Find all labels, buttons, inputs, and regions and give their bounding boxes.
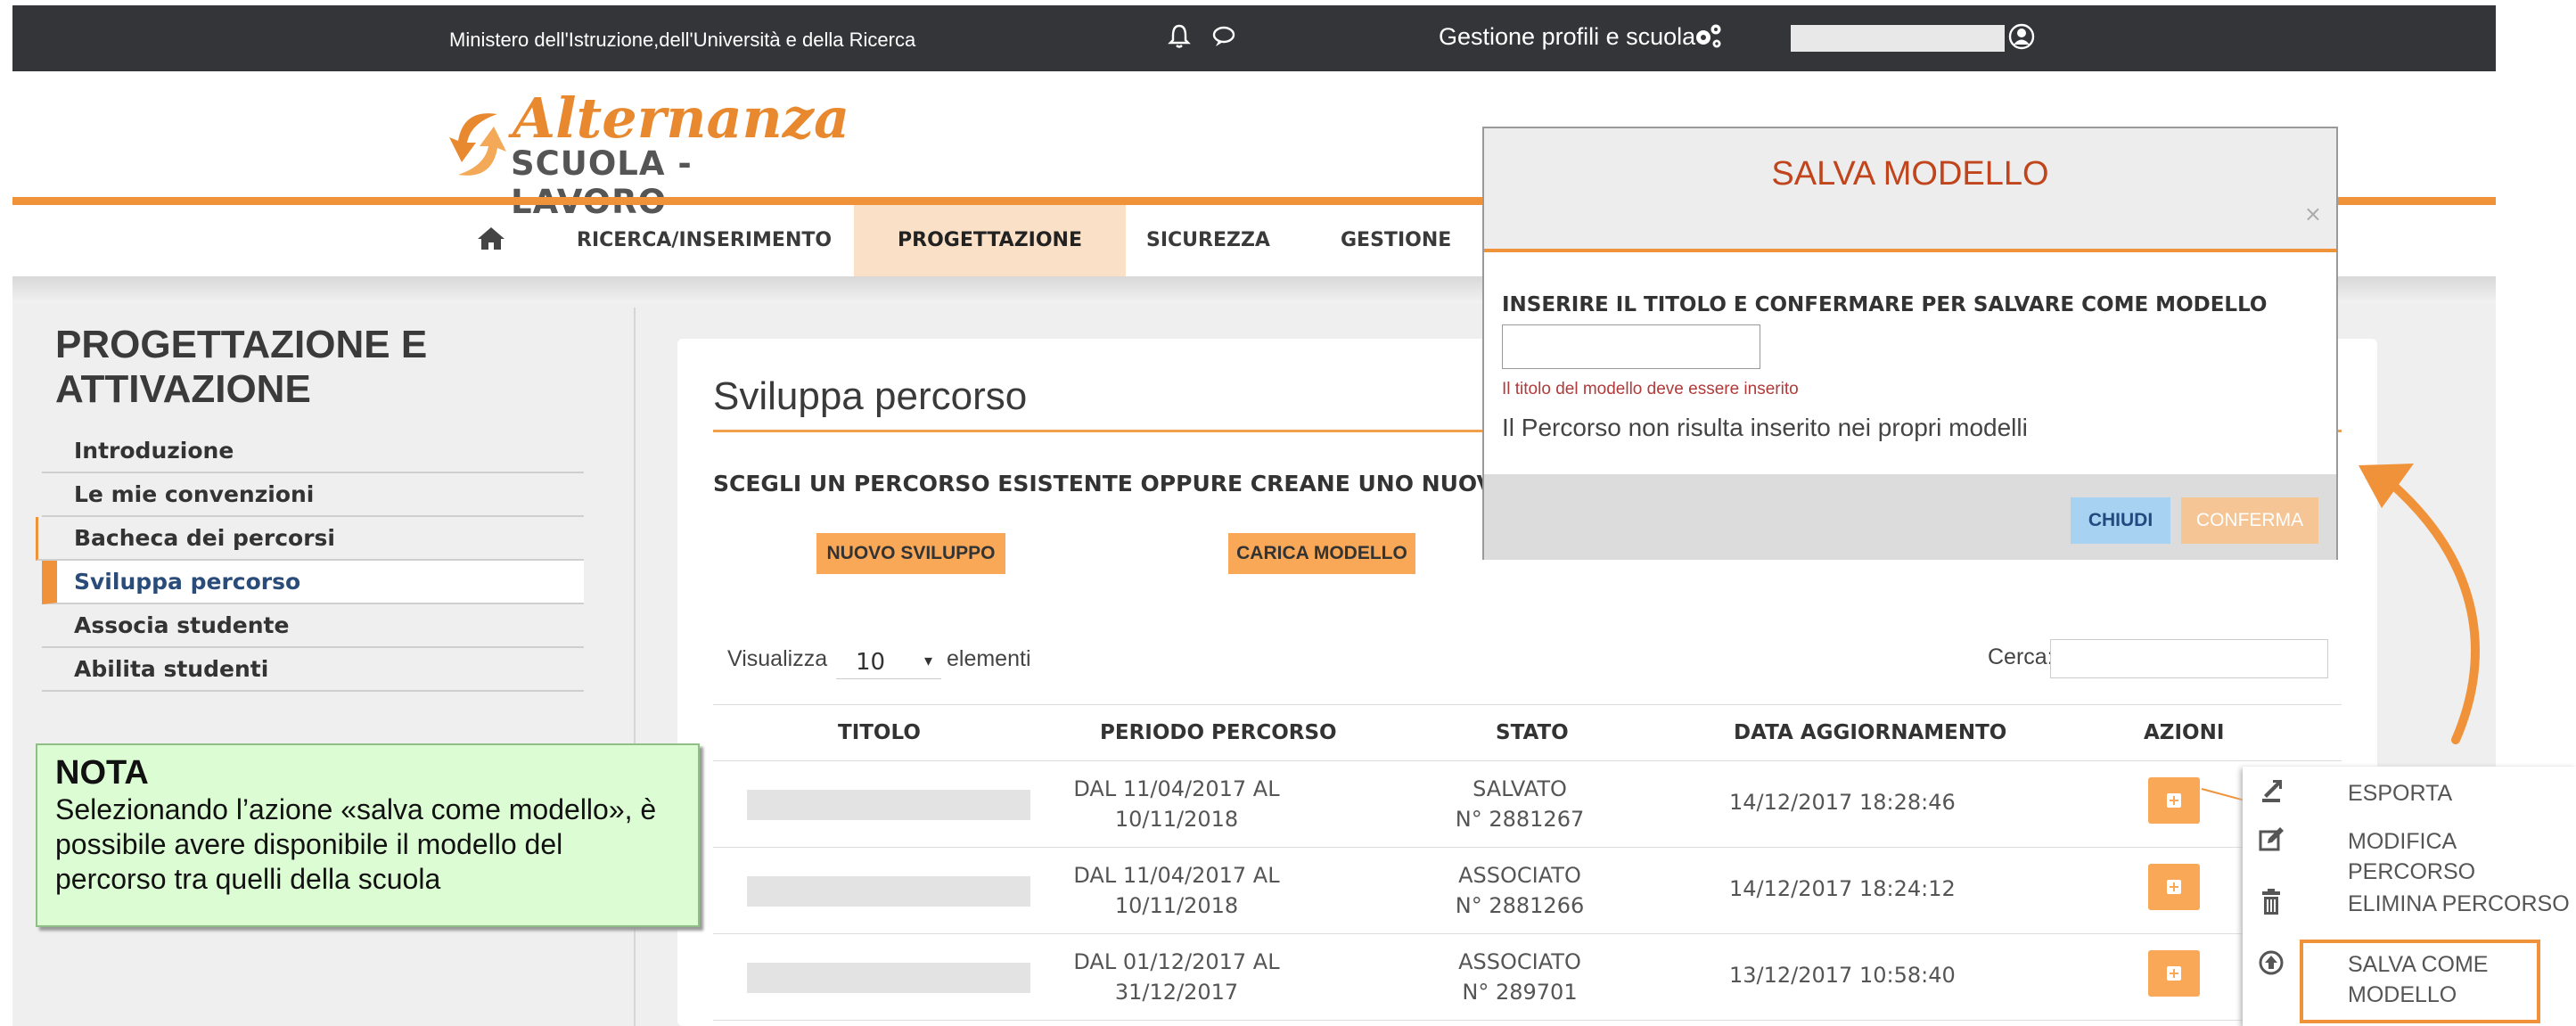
page-size-value: 10	[856, 649, 886, 676]
column-header[interactable]: STATO	[1496, 721, 1569, 744]
nav-gestione[interactable]: GESTIONE	[1341, 205, 1451, 276]
upload-circle-icon	[2259, 950, 2284, 975]
validation-error: Il titolo del modello deve essere inseri…	[1502, 380, 1799, 398]
close-icon[interactable]: ×	[2304, 201, 2322, 226]
sidebar-item-bacheca[interactable]: Bacheca dei percorsi	[36, 517, 584, 561]
gears-icon[interactable]	[1693, 22, 1723, 49]
state-value: SALVATO	[1473, 776, 1567, 801]
nav-sicurezza[interactable]: SICUREZZA	[1146, 205, 1270, 276]
page-size-select[interactable]: 10 ▾	[836, 640, 941, 679]
period-end: 10/11/2018	[1114, 807, 1239, 832]
menu-item-label: ELIMINA PERCORSO	[2348, 891, 2570, 916]
title-placeholder	[747, 876, 1030, 907]
new-development-button[interactable]: NUOVO SVILUPPO	[816, 533, 1005, 574]
table-header: TITOLO PERIODO PERCORSO STATO DATA AGGIO…	[713, 704, 2342, 761]
table-row[interactable]: DAL 01/12/2017 AL 31/12/2017 ASSOCIATO N° …	[713, 934, 2342, 1021]
choose-heading: SCEGLI UN PERCORSO ESISTENTE OPPURE CREA…	[713, 471, 1513, 497]
caret-down-icon: ▾	[923, 652, 932, 670]
state-cell: SALVATO N° 2881267	[1408, 774, 1631, 834]
nav-ricerca-inserimento[interactable]: RICERCA/INSERIMENTO	[577, 205, 832, 276]
state-number: N° 2881266	[1455, 893, 1585, 918]
period-start: DAL 11/04/2017 AL	[1073, 863, 1280, 888]
bell-icon[interactable]	[1167, 23, 1192, 50]
state-cell: ASSOCIATO N° 289701	[1408, 947, 1631, 1007]
period-end: 10/11/2018	[1114, 893, 1239, 918]
sidebar-item-sviluppa-percorso[interactable]: Sviluppa percorso	[42, 561, 584, 604]
chat-icon[interactable]	[1211, 25, 1238, 48]
menu-item-label: MODIFICA PERCORSO	[2348, 829, 2476, 884]
column-header[interactable]: AZIONI	[2144, 721, 2224, 744]
update-date: 14/12/2017 18:24:12	[1729, 876, 1956, 901]
period-start: DAL 01/12/2017 AL	[1073, 949, 1280, 974]
nota-body: Selezionando l’azione «salva come modell…	[55, 793, 657, 895]
nav-progettazione[interactable]: PROGETTAZIONE	[854, 205, 1126, 276]
dialog-title: SALVA MODELLO	[1771, 155, 2049, 193]
title-placeholder	[747, 790, 1030, 820]
user-icon[interactable]	[2007, 22, 2036, 51]
state-number: N° 2881267	[1455, 807, 1585, 832]
sidebar-item-convenzioni[interactable]: Le mie convenzioni	[42, 473, 584, 517]
home-icon[interactable]	[476, 225, 506, 251]
dialog-info: Il Percorso non risulta inserito nei pro…	[1502, 414, 2028, 441]
logo-mark-icon	[449, 113, 506, 176]
column-header[interactable]: DATA AGGIORNAMENTO	[1734, 721, 2006, 744]
sidebar-item-abilita-studenti[interactable]: Abilita studenti	[42, 648, 584, 692]
period-cell: DAL 11/04/2017 AL 10/11/2018	[1061, 860, 1292, 921]
page-size-suffix: elementi	[947, 646, 1031, 671]
period-start: DAL 11/04/2017 AL	[1073, 776, 1280, 801]
title-placeholder	[747, 963, 1030, 993]
update-date: 13/12/2017 10:58:40	[1729, 963, 1956, 988]
sidebar-title: PROGETTAZIONE E ATTIVAZIONE	[55, 323, 428, 411]
menu-item-elimina[interactable]: ELIMINA PERCORSO	[2243, 882, 2576, 927]
user-name-box[interactable]	[1791, 25, 2005, 52]
column-header[interactable]: PERIODO PERCORSO	[1100, 721, 1337, 744]
sidebar-menu: Introduzione Le mie convenzioni Bacheca …	[36, 430, 584, 692]
column-header[interactable]: TITOLO	[838, 721, 921, 744]
annotation-arrow	[2359, 464, 2480, 744]
sidebar-item-associa-studente[interactable]: Associa studente	[42, 604, 584, 648]
row-actions-button[interactable]	[2148, 864, 2200, 910]
top-bar: Ministero dell'Istruzione,dell'Universit…	[12, 5, 2496, 71]
site-logo[interactable]: Alternanza SCUOLA - LAVORO	[446, 86, 849, 221]
search-label: Cerca:	[1988, 644, 2054, 669]
state-number: N° 289701	[1462, 980, 1578, 1005]
period-cell: DAL 11/04/2017 AL 10/11/2018	[1061, 774, 1292, 834]
page-size-label: Visualizza	[727, 646, 828, 671]
profiles-link[interactable]: Gestione profili e scuola	[1439, 23, 1695, 51]
confirm-button[interactable]: CONFERMA	[2181, 497, 2318, 544]
menu-item-esporta[interactable]: ESPORTA	[2243, 772, 2576, 817]
table-row[interactable]: DAL 11/04/2017 AL 10/11/2018 SALVATO N° 28…	[713, 761, 2342, 848]
nota-title: NOTA	[55, 754, 149, 792]
period-end: 31/12/2017	[1114, 980, 1239, 1005]
trash-icon	[2262, 889, 2280, 915]
state-cell: ASSOCIATO N° 2881266	[1408, 860, 1631, 921]
state-value: ASSOCIATO	[1458, 863, 1581, 888]
model-title-input[interactable]	[1502, 324, 1760, 369]
page-title: Sviluppa percorso	[713, 374, 1028, 418]
table-row[interactable]: DAL 11/04/2017 AL 10/11/2018 ASSOCIATO N° …	[713, 848, 2342, 934]
dialog-header-divider	[1484, 249, 2336, 252]
save-model-dialog: SALVA MODELLO × INSERIRE IL TITOLO E CON…	[1482, 127, 2338, 560]
ministry-name: Ministero dell'Istruzione,dell'Universit…	[449, 29, 916, 51]
menu-item-modifica[interactable]: MODIFICA PERCORSO	[2243, 820, 2576, 884]
sidebar-item-introduzione[interactable]: Introduzione	[42, 430, 584, 473]
model-title-label: INSERIRE IL TITOLO E CONFERMARE PER SALV…	[1502, 293, 2268, 316]
menu-item-label: ESPORTA	[2348, 781, 2453, 806]
state-value: ASSOCIATO	[1458, 949, 1581, 974]
row-actions-button[interactable]	[2148, 950, 2200, 997]
row-actions-button[interactable]	[2148, 777, 2200, 824]
search-input[interactable]	[2050, 639, 2328, 678]
edit-icon	[2259, 827, 2284, 851]
close-button[interactable]: CHIUDI	[2071, 497, 2170, 544]
update-date: 14/12/2017 18:28:46	[1729, 790, 1956, 815]
period-cell: DAL 01/12/2017 AL 31/12/2017	[1061, 947, 1292, 1007]
load-model-button[interactable]: CARICA MODELLO	[1228, 533, 1415, 574]
logo-title: Alternanza	[513, 86, 850, 151]
salva-modello-highlight	[2300, 940, 2540, 1023]
export-icon	[2262, 780, 2282, 802]
nota-callout: NOTA Selezionando l’azione «salva come m…	[36, 743, 700, 927]
